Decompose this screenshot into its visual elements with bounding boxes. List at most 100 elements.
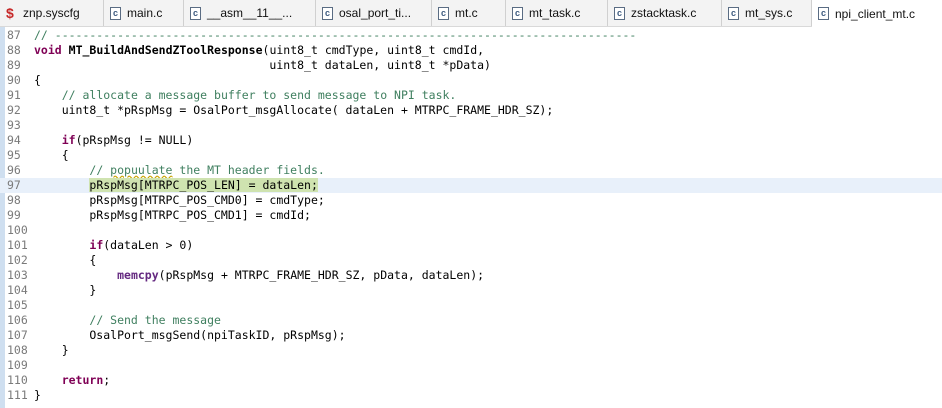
editor-tab-bar: $ znp.syscfg c main.c c __asm__11__... c… <box>0 0 942 27</box>
tab-osal-port[interactable]: c osal_port_ti... <box>316 0 432 26</box>
line-number: 103 <box>7 268 28 282</box>
tab-label: znp.syscfg <box>23 6 80 20</box>
code-line[interactable]: 92 uint8_t *pRspMsg = OsalPort_msgAlloca… <box>0 103 942 118</box>
tab-zstacktask[interactable]: c zstacktask.c <box>608 0 722 26</box>
c-file-icon: c <box>190 6 201 20</box>
code-line[interactable]: 100 <box>0 223 942 238</box>
line-number: 104 <box>7 283 28 297</box>
code-text: pRspMsg[MTRPC_POS_LEN] = dataLen; <box>89 178 318 192</box>
code-text: if(dataLen > 0) <box>89 238 194 252</box>
code-text: return; <box>61 373 111 387</box>
line-number: 105 <box>7 298 28 312</box>
line-number: 97 <box>7 178 21 192</box>
tab-main-c[interactable]: c main.c <box>104 0 184 26</box>
c-file-icon: c <box>438 6 449 20</box>
code-text: { <box>34 253 97 267</box>
tab-znp-syscfg[interactable]: $ znp.syscfg <box>0 0 104 26</box>
tab-label: main.c <box>127 6 163 20</box>
line-number: 110 <box>7 373 28 387</box>
tab-label: zstacktask.c <box>631 6 697 20</box>
code-text: memcpy(pRspMsg + MTRPC_FRAME_HDR_SZ, pDa… <box>117 268 485 282</box>
code-text: uint8_t dataLen, uint8_t *pData) <box>34 58 491 72</box>
code-text: // allocate a message buffer to send mes… <box>61 88 457 102</box>
c-file-icon: c <box>818 7 829 20</box>
line-number: 111 <box>7 388 28 402</box>
line-number: 108 <box>7 343 28 357</box>
code-line[interactable]: 105 <box>0 298 942 313</box>
tab-label: npi_client_mt.c <box>835 6 916 21</box>
code-line[interactable]: 104 } <box>0 283 942 298</box>
tab-label: mt.c <box>455 6 478 20</box>
line-number: 98 <box>7 193 21 207</box>
line-number: 107 <box>7 328 28 342</box>
line-number: 93 <box>7 118 21 132</box>
code-line[interactable]: 90 { <box>0 73 942 88</box>
line-number: 90 <box>7 73 21 87</box>
line-number: 106 <box>7 313 28 327</box>
code-line[interactable]: 87 // -----------------------------------… <box>0 28 942 43</box>
line-number: 100 <box>7 223 28 237</box>
line-number: 96 <box>7 163 21 177</box>
code-line[interactable]: 107 OsalPort_msgSend(npiTaskID, pRspMsg)… <box>0 328 942 343</box>
code-text: // popuulate the MT header fields. <box>89 163 325 177</box>
line-number: 87 <box>7 28 21 42</box>
code-text: void MT_BuildAndSendZToolResponse(uint8_… <box>34 43 485 57</box>
c-file-icon: c <box>512 6 523 20</box>
code-line[interactable]: 103 memcpy(pRspMsg + MTRPC_FRAME_HDR_SZ,… <box>0 268 942 283</box>
code-text: // -------------------------------------… <box>34 28 637 42</box>
code-text: } <box>34 283 97 297</box>
code-line[interactable]: 94 if(pRspMsg != NULL) <box>0 133 942 148</box>
tab-mt-task[interactable]: c mt_task.c <box>506 0 608 26</box>
code-line[interactable]: 109 <box>0 358 942 373</box>
c-file-icon: c <box>728 6 739 20</box>
code-text: OsalPort_msgSend(npiTaskID, pRspMsg); <box>34 328 346 342</box>
line-number: 94 <box>7 133 21 147</box>
code-line[interactable]: 89 uint8_t dataLen, uint8_t *pData) <box>0 58 942 73</box>
code-text: // Send the message <box>89 313 221 327</box>
code-line[interactable]: 93 <box>0 118 942 133</box>
code-line[interactable]: 96 // popuulate the MT header fields. <box>0 163 942 178</box>
c-file-icon: c <box>322 6 333 20</box>
tab-npi-client-mt[interactable]: c npi_client_mt.c <box>812 0 942 27</box>
line-number: 95 <box>7 148 21 162</box>
line-number: 88 <box>7 43 21 57</box>
tab-label: osal_port_ti... <box>339 6 412 20</box>
code-line[interactable]: 88 void MT_BuildAndSendZToolResponse(uint… <box>0 43 942 58</box>
line-number: 109 <box>7 358 28 372</box>
line-number: 91 <box>7 88 21 102</box>
code-text: } <box>34 343 69 357</box>
code-line[interactable]: 102 { <box>0 253 942 268</box>
tab-label: __asm__11__... <box>207 6 293 20</box>
line-number: 92 <box>7 103 21 117</box>
code-text: } <box>34 388 41 402</box>
code-line[interactable]: 108 } <box>0 343 942 358</box>
code-editor[interactable]: 87 // -----------------------------------… <box>0 27 942 408</box>
code-line[interactable]: 110 return; <box>0 373 942 388</box>
tab-mt-c[interactable]: c mt.c <box>432 0 506 26</box>
code-text: uint8_t *pRspMsg = OsalPort_msgAllocate(… <box>34 103 554 117</box>
tab-mt-sys[interactable]: c mt_sys.c <box>722 0 812 26</box>
line-number: 101 <box>7 238 28 252</box>
syscfg-file-icon: $ <box>6 5 14 21</box>
line-number: 99 <box>7 208 21 222</box>
line-number: 89 <box>7 58 21 72</box>
code-line[interactable]: 91 // allocate a message buffer to send … <box>0 88 942 103</box>
code-line[interactable]: 95 { <box>0 148 942 163</box>
code-line[interactable]: 97 pRspMsg[MTRPC_POS_LEN] = dataLen; <box>0 178 942 193</box>
code-text: if(pRspMsg != NULL) <box>61 133 194 147</box>
code-text: pRspMsg[MTRPC_POS_CMD1] = cmdId; <box>34 208 311 222</box>
code-text: { <box>34 148 69 162</box>
line-number: 102 <box>7 253 28 267</box>
tab-asm-file[interactable]: c __asm__11__... <box>184 0 316 26</box>
code-line[interactable]: 106 // Send the message <box>0 313 942 328</box>
code-line[interactable]: 111} <box>0 388 942 403</box>
code-line[interactable]: 99 pRspMsg[MTRPC_POS_CMD1] = cmdId; <box>0 208 942 223</box>
tab-label: mt_task.c <box>529 6 581 20</box>
tab-label: mt_sys.c <box>745 6 793 20</box>
code-text: pRspMsg[MTRPC_POS_CMD0] = cmdType; <box>34 193 325 207</box>
code-line[interactable]: 98 pRspMsg[MTRPC_POS_CMD0] = cmdType; <box>0 193 942 208</box>
c-file-icon: c <box>110 6 121 20</box>
code-text: { <box>34 73 41 87</box>
code-line[interactable]: 101 if(dataLen > 0) <box>0 238 942 253</box>
c-file-icon: c <box>614 6 625 20</box>
